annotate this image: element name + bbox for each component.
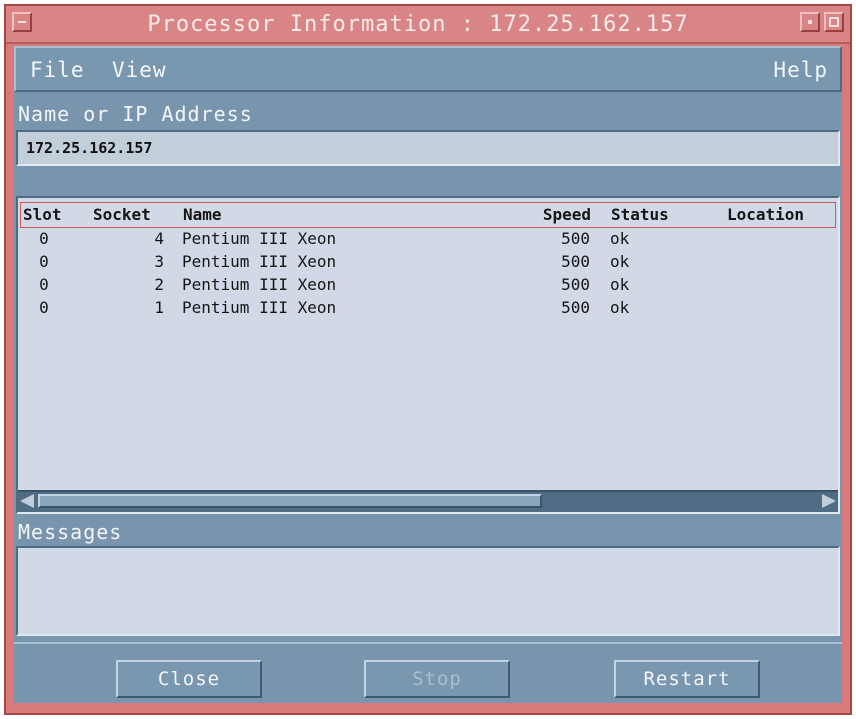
maximize-icon[interactable] <box>824 12 844 32</box>
cell-socket: 2 <box>154 275 164 294</box>
table-row[interactable]: 0 1 Pentium III Xeon 500 ok <box>20 297 836 320</box>
messages-label: Messages <box>18 520 123 544</box>
cell-name: Pentium III Xeon <box>182 298 337 317</box>
column-header-slot[interactable]: Slot <box>23 205 62 224</box>
cell-status: ok <box>610 252 630 271</box>
name-or-ip-label: Name or IP Address <box>18 102 253 126</box>
cell-name: Pentium III Xeon <box>182 252 337 271</box>
table-row[interactable]: 0 2 Pentium III Xeon 500 ok <box>20 274 836 297</box>
cell-name: Pentium III Xeon <box>182 229 337 248</box>
cell-status: ok <box>610 275 630 294</box>
column-header-socket[interactable]: Socket <box>93 205 151 224</box>
name-or-ip-input[interactable] <box>16 130 840 166</box>
cell-slot: 0 <box>39 298 49 317</box>
minimize-icon[interactable] <box>800 12 820 32</box>
scroll-left-arrow-icon[interactable] <box>20 494 34 508</box>
cell-speed: 500 <box>561 252 590 271</box>
cell-status: ok <box>610 229 630 248</box>
cell-socket: 4 <box>154 229 164 248</box>
table-row[interactable]: 0 3 Pentium III Xeon 500 ok <box>20 251 836 274</box>
cell-speed: 500 <box>561 229 590 248</box>
window-client-area: File View Help Name or IP Address Slot S… <box>14 46 842 703</box>
menu-view[interactable]: View <box>112 58 167 82</box>
column-header-location[interactable]: Location <box>727 205 804 224</box>
cell-name: Pentium III Xeon <box>182 275 337 294</box>
cell-speed: 500 <box>561 298 590 317</box>
messages-area[interactable] <box>16 546 840 636</box>
table-header-row: Slot Socket Name Speed Status Location <box>20 202 836 228</box>
cell-status: ok <box>610 298 630 317</box>
title-bar[interactable]: Processor Information : 172.25.162.157 <box>6 6 850 44</box>
close-button[interactable]: Close <box>116 660 262 698</box>
cell-slot: 0 <box>39 229 49 248</box>
menu-help[interactable]: Help <box>773 58 828 82</box>
restart-button[interactable]: Restart <box>614 660 760 698</box>
cell-socket: 3 <box>154 252 164 271</box>
cell-slot: 0 <box>39 275 49 294</box>
processor-table[interactable]: Slot Socket Name Speed Status Location 0… <box>16 196 840 514</box>
window-title: Processor Information : 172.25.162.157 <box>147 12 689 37</box>
column-header-speed[interactable]: Speed <box>509 205 591 224</box>
processor-info-window: Processor Information : 172.25.162.157 F… <box>4 4 852 715</box>
button-bar: Close Stop Restart <box>14 642 842 703</box>
column-header-status[interactable]: Status <box>611 205 669 224</box>
menu-file[interactable]: File <box>30 58 85 82</box>
scroll-right-arrow-icon[interactable] <box>822 494 836 508</box>
stop-button[interactable]: Stop <box>364 660 510 698</box>
window-menu-icon[interactable] <box>12 12 32 32</box>
column-header-name[interactable]: Name <box>183 205 222 224</box>
cell-speed: 500 <box>561 275 590 294</box>
menu-bar: File View Help <box>14 46 842 92</box>
table-row[interactable]: 0 4 Pentium III Xeon 500 ok <box>20 228 836 251</box>
horizontal-scrollbar[interactable] <box>18 490 838 512</box>
cell-socket: 1 <box>154 298 164 317</box>
cell-slot: 0 <box>39 252 49 271</box>
scrollbar-thumb[interactable] <box>38 494 542 508</box>
